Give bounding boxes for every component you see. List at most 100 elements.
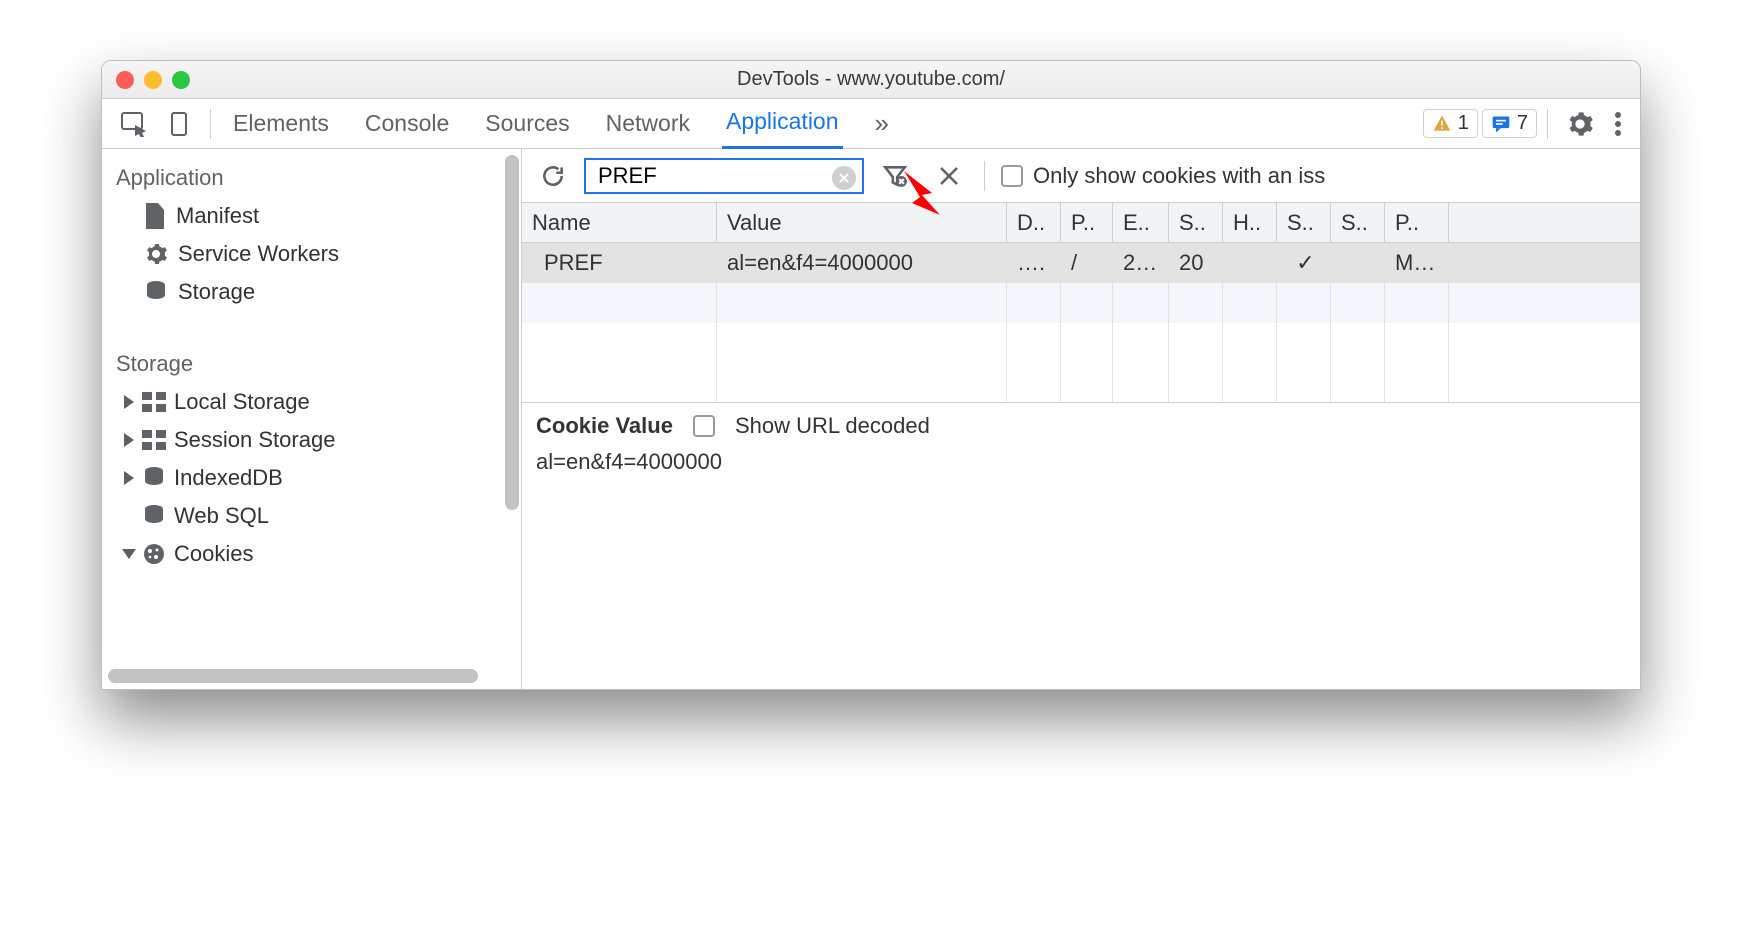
db-icon: [142, 504, 166, 528]
cookie-detail-heading: Cookie Value: [536, 413, 673, 439]
cell-secure: ✓: [1277, 243, 1331, 283]
devtools-toolbar: Elements Console Sources Network Applica…: [102, 99, 1640, 149]
separator: [210, 109, 211, 139]
col-expires[interactable]: E..: [1113, 203, 1169, 242]
refresh-icon[interactable]: [532, 159, 574, 193]
cell-expires: 2…: [1113, 243, 1169, 283]
sidebar-group-application: Application: [102, 153, 521, 197]
warnings-count: 1: [1458, 112, 1469, 135]
clear-filter-icon[interactable]: [832, 166, 856, 190]
warning-icon: [1432, 114, 1452, 134]
table-row-empty: [522, 283, 1640, 323]
sidebar-item-label: Manifest: [176, 203, 259, 229]
devtools-window: DevTools - www.youtube.com/ Elements Con…: [101, 60, 1641, 690]
tab-network[interactable]: Network: [602, 100, 694, 148]
cell-value: al=en&f4=4000000: [717, 243, 1007, 283]
sidebar-scrollbar[interactable]: [505, 155, 519, 510]
sidebar-item-websql[interactable]: Web SQL: [102, 497, 521, 535]
delete-selected-icon[interactable]: [930, 161, 968, 191]
chevron-right-icon: [124, 395, 134, 409]
cookies-table-header: Name Value D.. P.. E.. S.. H.. S.. S.. P…: [522, 203, 1640, 243]
cookies-filter-input[interactable]: [596, 162, 828, 190]
cookie-detail: Cookie Value Show URL decoded al=en&f4=4…: [522, 403, 1640, 689]
toggle-device-icon[interactable]: [160, 107, 200, 141]
col-path[interactable]: P..: [1061, 203, 1113, 242]
separator: [1547, 109, 1548, 139]
message-icon: [1491, 114, 1511, 134]
sidebar-item-label: Web SQL: [174, 503, 269, 529]
sidebar-item-label: IndexedDB: [174, 465, 283, 491]
sidebar-item-cookies[interactable]: Cookies: [102, 535, 521, 573]
tab-console[interactable]: Console: [361, 100, 453, 148]
tab-application[interactable]: Application: [722, 98, 843, 149]
gear-icon: [144, 242, 168, 266]
cookies-toolbar: Only show cookies with an iss: [522, 149, 1640, 203]
cookies-panel: Only show cookies with an iss Name Value…: [522, 149, 1640, 689]
chevron-down-icon: [122, 549, 136, 559]
cell-priority: M…: [1385, 243, 1449, 283]
file-icon: [144, 203, 166, 229]
cookies-table: Name Value D.. P.. E.. S.. H.. S.. S.. P…: [522, 203, 1640, 403]
sidebar-item-local-storage[interactable]: Local Storage: [102, 383, 521, 421]
separator: [984, 161, 985, 191]
db-icon: [144, 280, 168, 304]
col-size[interactable]: S..: [1169, 203, 1223, 242]
sidebar-item-label: Cookies: [174, 541, 253, 567]
sidebar-item-session-storage[interactable]: Session Storage: [102, 421, 521, 459]
cell-samesite: [1331, 243, 1385, 283]
cookie-icon: [142, 542, 166, 566]
titlebar: DevTools - www.youtube.com/: [102, 61, 1640, 99]
sidebar-item-label: Local Storage: [174, 389, 310, 415]
cell-name: PREF: [522, 243, 717, 283]
cell-size: 20: [1169, 243, 1223, 283]
warnings-badge[interactable]: 1: [1423, 109, 1478, 138]
cell-domain: ….: [1007, 243, 1061, 283]
col-priority[interactable]: P..: [1385, 203, 1449, 242]
messages-badge[interactable]: 7: [1482, 109, 1537, 138]
db-icon: [142, 466, 166, 490]
sidebar-item-label: Storage: [178, 279, 255, 305]
more-tabs-icon[interactable]: »: [871, 98, 893, 150]
tab-sources[interactable]: Sources: [481, 100, 573, 148]
chevron-right-icon: [124, 433, 134, 447]
clear-all-filter-icon[interactable]: [874, 159, 916, 193]
inspect-element-icon[interactable]: [112, 107, 156, 141]
sidebar-horizontal-scrollbar[interactable]: [108, 669, 478, 683]
sidebar-item-service-workers[interactable]: Service Workers: [102, 235, 521, 273]
cell-httponly: [1223, 243, 1277, 283]
cookies-filter-input-wrap: [584, 158, 864, 194]
sidebar-item-label: Session Storage: [174, 427, 335, 453]
table-row[interactable]: PREF al=en&f4=4000000 …. / 2… 20 ✓ M…: [522, 243, 1640, 283]
sidebar-group-storage: Storage: [102, 339, 521, 383]
tab-elements[interactable]: Elements: [229, 100, 333, 148]
traffic-lights: [116, 71, 190, 89]
col-value[interactable]: Value: [717, 203, 1007, 242]
show-url-decoded-label: Show URL decoded: [735, 413, 930, 439]
devtools-panel-tabs: Elements Console Sources Network Applica…: [229, 98, 893, 150]
sidebar-item-indexeddb[interactable]: IndexedDB: [102, 459, 521, 497]
show-url-decoded-checkbox[interactable]: [693, 415, 715, 437]
table-icon: [142, 430, 166, 450]
window-title: DevTools - www.youtube.com/: [737, 68, 1005, 91]
chevron-right-icon: [124, 471, 134, 485]
col-name[interactable]: Name: [522, 203, 717, 242]
cookie-detail-value: al=en&f4=4000000: [536, 449, 1626, 475]
col-domain[interactable]: D..: [1007, 203, 1061, 242]
only-issue-label: Only show cookies with an iss: [1033, 163, 1325, 189]
sidebar-item-manifest[interactable]: Manifest: [102, 197, 521, 235]
col-secure[interactable]: S..: [1277, 203, 1331, 242]
cell-path: /: [1061, 243, 1113, 283]
messages-count: 7: [1517, 112, 1528, 135]
sidebar-item-storage[interactable]: Storage: [102, 273, 521, 311]
col-samesite[interactable]: S..: [1331, 203, 1385, 242]
settings-icon[interactable]: [1558, 106, 1602, 142]
application-sidebar: Application Manifest Service Workers Sto…: [102, 149, 522, 689]
minimize-window-button[interactable]: [144, 71, 162, 89]
only-issue-checkbox[interactable]: [1001, 165, 1023, 187]
sidebar-item-label: Service Workers: [178, 241, 339, 267]
zoom-window-button[interactable]: [172, 71, 190, 89]
col-httponly[interactable]: H..: [1223, 203, 1277, 242]
table-icon: [142, 392, 166, 412]
close-window-button[interactable]: [116, 71, 134, 89]
kebab-menu-icon[interactable]: [1606, 107, 1630, 141]
